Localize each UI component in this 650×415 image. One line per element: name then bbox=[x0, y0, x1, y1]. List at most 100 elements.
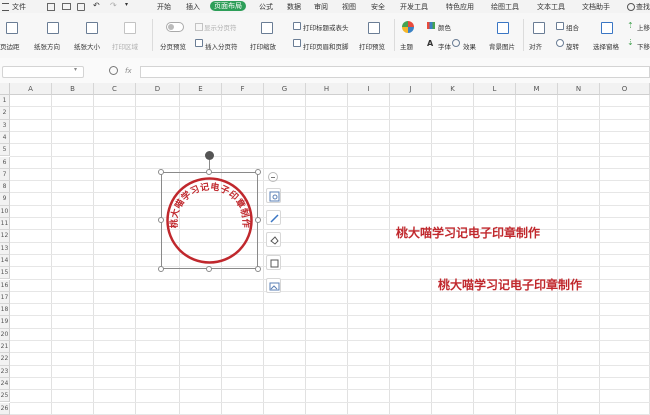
row-header[interactable]: 5 bbox=[0, 144, 10, 157]
row-header[interactable]: 8 bbox=[0, 181, 10, 194]
print-preview-icon[interactable] bbox=[368, 22, 380, 34]
column-header[interactable]: F bbox=[222, 83, 264, 95]
search-icon[interactable] bbox=[627, 3, 635, 11]
dropdown-icon[interactable]: ▾ bbox=[125, 1, 128, 8]
background-image-button[interactable]: 背景图片 bbox=[489, 41, 515, 51]
hamburger-icon[interactable] bbox=[2, 3, 9, 11]
formula-input[interactable] bbox=[140, 66, 650, 78]
shape-style-button[interactable] bbox=[266, 188, 281, 203]
background-image-icon[interactable] bbox=[497, 22, 509, 34]
tab-special[interactable]: 特色应用 bbox=[446, 2, 474, 12]
margins-button[interactable]: 页边距 bbox=[0, 41, 20, 51]
tab-doc-assistant[interactable]: 文档助手 bbox=[582, 2, 610, 12]
outline-pen-button[interactable] bbox=[266, 210, 281, 225]
selection-pane-icon[interactable] bbox=[601, 22, 613, 34]
redo-icon[interactable]: ↷ bbox=[110, 1, 117, 10]
column-header[interactable]: B bbox=[52, 83, 94, 95]
row-header[interactable]: 7 bbox=[0, 168, 10, 182]
margins-icon[interactable] bbox=[6, 22, 18, 34]
tab-data[interactable]: 数据 bbox=[287, 2, 301, 12]
tab-drawing-tools[interactable]: 绘图工具 bbox=[491, 2, 519, 12]
print-scale-button[interactable]: 打印缩放 bbox=[250, 41, 276, 51]
preview-icon[interactable] bbox=[77, 3, 85, 11]
row-header[interactable]: 22 bbox=[0, 353, 10, 366]
namebox-dropdown-icon[interactable]: ▾ bbox=[74, 66, 77, 73]
move-down-button[interactable]: 下移 bbox=[637, 41, 650, 51]
print-preview-button[interactable]: 打印预览 bbox=[359, 41, 385, 51]
row-header[interactable]: 24 bbox=[0, 377, 10, 391]
insert-page-break-icon[interactable] bbox=[195, 39, 203, 47]
page-break-preview-button[interactable]: 分页预览 bbox=[160, 41, 186, 51]
colors-icon[interactable] bbox=[427, 22, 435, 29]
fonts-icon[interactable]: A bbox=[427, 39, 433, 48]
row-header[interactable]: 4 bbox=[0, 131, 10, 145]
group-button[interactable]: 组合 bbox=[566, 22, 579, 32]
tab-page-layout[interactable]: 页面布局 bbox=[210, 1, 246, 11]
tab-view[interactable]: 视图 bbox=[342, 2, 356, 12]
rotate-icon[interactable] bbox=[556, 39, 564, 47]
layout-options-button[interactable] bbox=[266, 255, 281, 270]
theme-button[interactable]: 主题 bbox=[400, 41, 413, 51]
paper-size-icon[interactable] bbox=[86, 22, 98, 34]
column-header[interactable]: I bbox=[348, 83, 390, 95]
effects-icon[interactable] bbox=[452, 39, 460, 47]
row-header[interactable]: 13 bbox=[0, 242, 10, 255]
move-up-button[interactable]: 上移 bbox=[637, 22, 650, 32]
print-titles-button[interactable]: 打印标题或表头 bbox=[303, 22, 349, 32]
row-header[interactable]: 2 bbox=[0, 107, 10, 120]
fonts-button[interactable]: 字体 bbox=[438, 41, 451, 51]
row-header[interactable]: 21 bbox=[0, 341, 10, 354]
effects-button[interactable]: 效果 bbox=[463, 41, 476, 51]
orientation-icon[interactable] bbox=[47, 22, 59, 34]
paper-size-button[interactable]: 纸张大小 bbox=[74, 41, 100, 51]
cell-text-1[interactable]: 桃大喵学习记电子印章制作 bbox=[396, 224, 540, 241]
seal-graphic[interactable]: 桃大喵学习记电子印章制作 bbox=[161, 172, 258, 269]
column-header[interactable]: O bbox=[600, 83, 650, 95]
insert-page-break-button[interactable]: 插入分页符 bbox=[205, 41, 238, 51]
orientation-button[interactable]: 纸张方向 bbox=[34, 41, 60, 51]
print-icon[interactable] bbox=[62, 3, 71, 10]
picture-options-button[interactable] bbox=[266, 278, 281, 293]
row-header[interactable]: 6 bbox=[0, 156, 10, 169]
collapse-icon[interactable] bbox=[268, 172, 278, 182]
column-header[interactable]: A bbox=[10, 83, 52, 95]
cell-text-2[interactable]: 桃大喵学习记电子印章制作 bbox=[438, 276, 582, 293]
tab-text-tools[interactable]: 文本工具 bbox=[537, 2, 565, 12]
menu-file[interactable]: 文件 bbox=[12, 2, 26, 12]
rotate-button[interactable]: 旋转 bbox=[566, 41, 579, 51]
row-header[interactable]: 18 bbox=[0, 304, 10, 317]
column-header[interactable]: L bbox=[474, 83, 516, 95]
print-header-footer-button[interactable]: 打印页眉和页脚 bbox=[303, 41, 349, 51]
print-titles-icon[interactable] bbox=[293, 22, 301, 30]
tab-insert[interactable]: 插入 bbox=[186, 2, 200, 12]
move-down-icon[interactable]: ⇣ bbox=[627, 38, 634, 47]
row-header[interactable]: 15 bbox=[0, 267, 10, 280]
row-header[interactable]: 20 bbox=[0, 328, 10, 341]
row-header[interactable]: 1 bbox=[0, 95, 10, 108]
column-header[interactable]: H bbox=[306, 83, 348, 95]
fx-label[interactable]: fx bbox=[125, 67, 132, 75]
tab-formulas[interactable]: 公式 bbox=[259, 2, 273, 12]
zoom-icon[interactable] bbox=[109, 66, 118, 75]
tab-security[interactable]: 安全 bbox=[371, 2, 385, 12]
row-header[interactable]: 25 bbox=[0, 390, 10, 403]
name-box[interactable] bbox=[2, 66, 84, 78]
group-icon[interactable] bbox=[556, 22, 564, 30]
row-header[interactable]: 12 bbox=[0, 230, 10, 243]
column-header[interactable]: G bbox=[264, 83, 306, 95]
tab-developer[interactable]: 开发工具 bbox=[400, 2, 428, 12]
column-header[interactable]: D bbox=[136, 83, 180, 95]
column-header[interactable]: M bbox=[516, 83, 558, 95]
align-icon[interactable] bbox=[533, 22, 545, 34]
page-break-toggle[interactable] bbox=[166, 22, 184, 32]
row-header[interactable]: 26 bbox=[0, 402, 10, 415]
row-header[interactable]: 16 bbox=[0, 279, 10, 292]
colors-button[interactable]: 颜色 bbox=[438, 22, 451, 32]
tab-home[interactable]: 开始 bbox=[157, 2, 171, 12]
row-header[interactable]: 17 bbox=[0, 291, 10, 305]
align-button[interactable]: 对齐 bbox=[529, 41, 542, 51]
print-header-footer-icon[interactable] bbox=[293, 39, 301, 47]
select-all-corner[interactable] bbox=[0, 83, 10, 95]
selection-pane-button[interactable]: 选择窗格 bbox=[593, 41, 619, 51]
theme-icon[interactable] bbox=[402, 21, 414, 33]
